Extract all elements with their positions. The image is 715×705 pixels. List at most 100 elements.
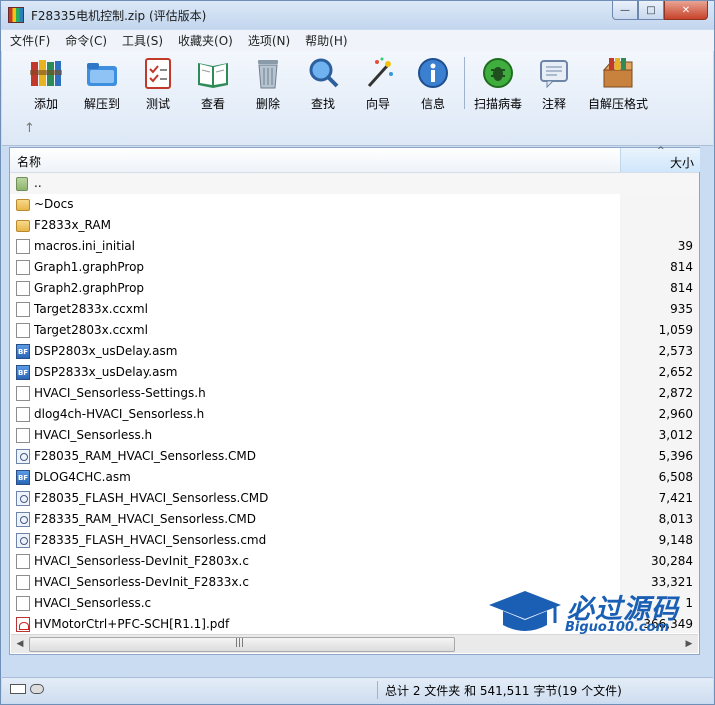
file-name: dlog4ch-HVACI_Sensorless.h — [34, 407, 205, 421]
file-name: HVACI_Sensorless.h — [34, 428, 153, 442]
file-row[interactable]: HVACI_Sensorless-DevInit_F2803x.c 30,284 — [10, 551, 699, 572]
file-name: HVACI_Sensorless.c — [34, 596, 152, 610]
file-row[interactable]: HVACI_Sensorless.h 3,012 — [10, 425, 699, 446]
info-label: 信息 — [420, 97, 445, 111]
file-row[interactable]: macros.ini_initial 39 — [10, 236, 699, 257]
toolbar: 添加 解压到 测试 查看 删除 查找 向导 信息 扫描病毒 注释 自解压格式 ↑ — [2, 51, 713, 146]
wizard-button[interactable]: 向导 — [350, 55, 406, 113]
add-label: 添加 — [33, 97, 58, 111]
wizard-label: 向导 — [365, 97, 390, 111]
file-name: DSP2833x_usDelay.asm — [34, 365, 178, 379]
file-row[interactable]: BF DSP2833x_usDelay.asm 2,652 — [10, 362, 699, 383]
delete-label: 删除 — [255, 97, 280, 111]
extract-to-label: 解压到 — [83, 97, 120, 111]
title-bar[interactable]: F28335电机控制.zip (评估版本) — □ ✕ — [1, 1, 714, 29]
file-icon — [16, 281, 30, 296]
drive-icon[interactable] — [10, 684, 26, 694]
grip-icon: ||| — [235, 638, 245, 648]
status-separator — [377, 681, 378, 699]
file-row[interactable]: Target2803x.ccxml 1,059 — [10, 320, 699, 341]
file-row[interactable]: Target2833x.ccxml 935 — [10, 299, 699, 320]
file-row[interactable]: BF DSP2803x_usDelay.asm 2,573 — [10, 341, 699, 362]
menu-commands[interactable]: 命令(C) — [59, 32, 113, 49]
watermark: 必过源码 Biguo100.com — [487, 587, 697, 635]
file-size: 30,284 — [651, 554, 693, 568]
scrollbar-thumb[interactable]: ||| — [29, 637, 455, 652]
menu-options[interactable]: 选项(N) — [242, 32, 296, 49]
extract-to-button[interactable]: 解压到 — [74, 55, 130, 113]
up-one-level-icon[interactable]: ↑ — [24, 121, 35, 136]
folder-icon — [16, 199, 30, 211]
delete-button[interactable]: 删除 — [240, 55, 296, 113]
file-name: F2833x_RAM — [34, 218, 111, 232]
file-name: DLOG4CHC.asm — [34, 470, 131, 484]
file-size: 2,573 — [658, 344, 693, 358]
file-size: 9,148 — [658, 533, 693, 547]
file-name: F28335_RAM_HVACI_Sensorless.CMD — [34, 512, 257, 526]
scroll-left-icon[interactable]: ◀ — [13, 637, 27, 651]
file-row[interactable]: Graph2.graphProp 814 — [10, 278, 699, 299]
asm-file-icon: BF — [16, 365, 30, 380]
menu-favorites[interactable]: 收藏夹(O) — [172, 32, 239, 49]
status-bar: 总计 2 文件夹 和 541,511 字节(19 个文件) — [2, 677, 713, 702]
cmd-file-icon — [16, 491, 30, 506]
file-size: 1,059 — [658, 323, 693, 337]
trash-can-icon — [250, 55, 286, 91]
file-size: 8,013 — [658, 512, 693, 526]
file-icon — [16, 323, 30, 338]
file-row[interactable]: HVACI_Sensorless-Settings.h 2,872 — [10, 383, 699, 404]
horizontal-scrollbar[interactable]: ◀ ||| ▶ — [11, 634, 698, 653]
file-icon — [16, 260, 30, 275]
test-button[interactable]: 测试 — [130, 55, 186, 113]
cmd-file-icon — [16, 449, 30, 464]
file-icon — [16, 554, 30, 569]
add-button[interactable]: 添加 — [18, 55, 74, 113]
info-button[interactable]: 信息 — [405, 55, 461, 113]
file-size: 2,652 — [658, 365, 693, 379]
sfx-box-icon — [600, 55, 636, 91]
file-row[interactable]: .. — [10, 173, 699, 194]
status-icons — [10, 684, 44, 694]
cmd-file-icon — [16, 533, 30, 548]
column-header-size[interactable]: ^ 大小 — [620, 146, 700, 172]
file-row[interactable]: F2833x_RAM — [10, 215, 699, 236]
file-list[interactable]: 名称 ^ 大小 .. ~Docs F2833x_RAM macros.ini_init… — [9, 146, 700, 655]
menu-file[interactable]: 文件(F) — [4, 32, 56, 49]
file-size: 39 — [677, 239, 693, 253]
file-size: 814 — [670, 281, 693, 295]
maximize-button[interactable]: □ — [638, 1, 664, 20]
list-header: 名称 ^ 大小 — [10, 146, 700, 173]
minimize-button[interactable]: — — [612, 1, 638, 20]
scroll-right-icon[interactable]: ▶ — [682, 637, 696, 651]
magic-wand-icon — [360, 55, 396, 91]
menu-help[interactable]: 帮助(H) — [299, 32, 353, 49]
scan-virus-button[interactable]: 扫描病毒 — [470, 55, 526, 113]
file-size: 2,872 — [658, 386, 693, 400]
column-header-name[interactable]: 名称 — [17, 153, 41, 170]
winrar-app-icon[interactable] — [8, 7, 24, 23]
file-name: HVACI_Sensorless-Settings.h — [34, 386, 206, 400]
key-icon[interactable] — [30, 684, 44, 694]
comment-button[interactable]: 注释 — [526, 55, 582, 113]
file-row[interactable]: BF DLOG4CHC.asm 6,508 — [10, 467, 699, 488]
file-row[interactable]: dlog4ch-HVACI_Sensorless.h 2,960 — [10, 404, 699, 425]
file-name: F28035_RAM_HVACI_Sensorless.CMD — [34, 449, 257, 463]
file-row[interactable]: F28335_FLASH_HVACI_Sensorless.cmd 9,148 — [10, 530, 699, 551]
file-size: 2,960 — [658, 407, 693, 421]
file-row[interactable]: ~Docs — [10, 194, 699, 215]
file-row[interactable]: Graph1.graphProp 814 — [10, 257, 699, 278]
window-title: F28335电机控制.zip (评估版本) — [31, 9, 207, 23]
file-row[interactable]: F28035_RAM_HVACI_Sensorless.CMD 5,396 — [10, 446, 699, 467]
file-name: HVMotorCtrl+PFC-SCH[R1.1].pdf — [34, 617, 230, 631]
file-name: F28035_FLASH_HVACI_Sensorless.CMD — [34, 491, 269, 505]
file-name: Graph2.graphProp — [34, 281, 145, 295]
sfx-button[interactable]: 自解压格式 — [588, 55, 648, 113]
file-name: Target2833x.ccxml — [34, 302, 148, 316]
folder-extract-icon — [84, 55, 120, 91]
view-button[interactable]: 查看 — [185, 55, 241, 113]
file-row[interactable]: F28335_RAM_HVACI_Sensorless.CMD 8,013 — [10, 509, 699, 530]
find-button[interactable]: 查找 — [295, 55, 351, 113]
close-button[interactable]: ✕ — [664, 1, 708, 20]
file-row[interactable]: F28035_FLASH_HVACI_Sensorless.CMD 7,421 — [10, 488, 699, 509]
menu-tools[interactable]: 工具(S) — [116, 32, 169, 49]
